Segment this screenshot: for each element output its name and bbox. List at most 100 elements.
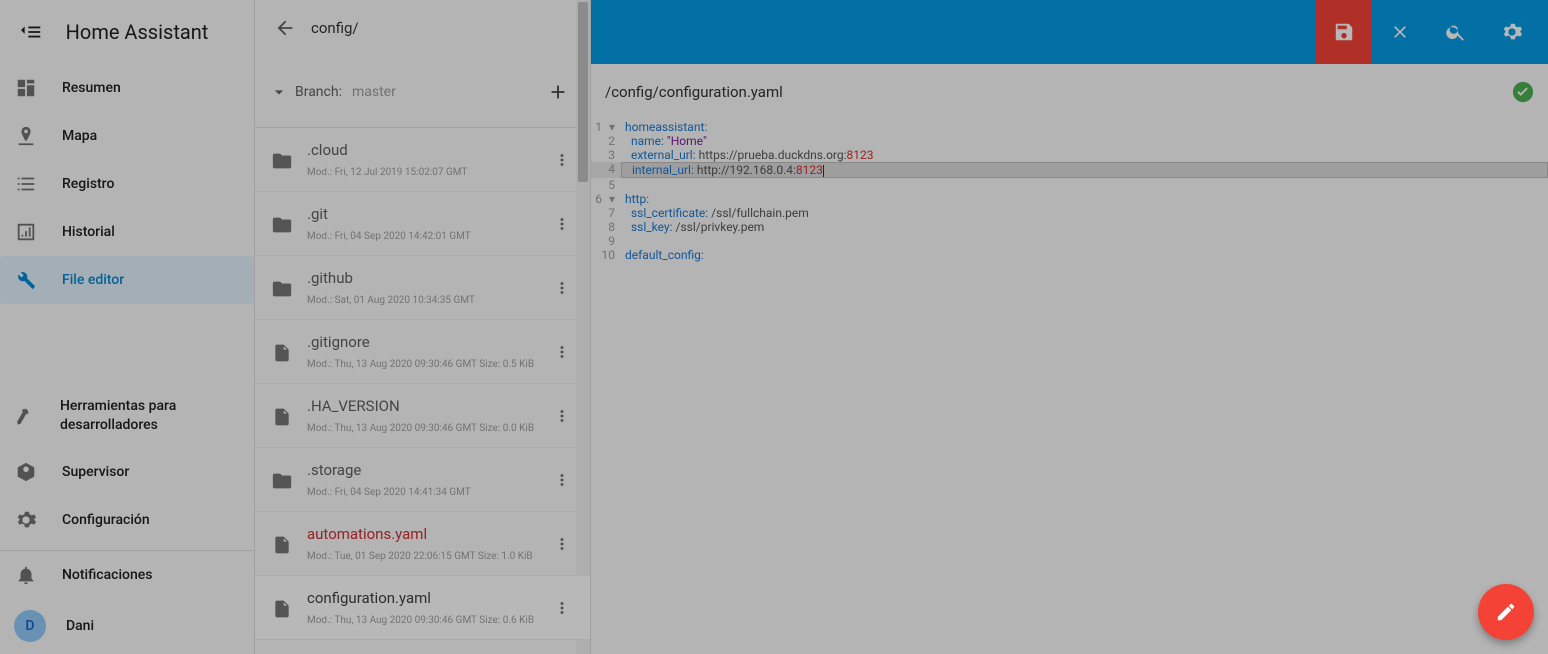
line-number: 9 <box>608 234 615 248</box>
file-path-row: config/ <box>255 0 590 56</box>
file-options-button[interactable] <box>544 270 580 306</box>
nav-label: Historial <box>62 224 115 240</box>
sidebar-item-map[interactable]: Mapa <box>0 112 254 160</box>
line-number: 7 <box>608 206 615 220</box>
file-item[interactable]: configuration.yamlMod.: Thu, 13 Aug 2020… <box>255 576 590 640</box>
line-number: 10 <box>602 248 616 262</box>
file-meta: Mod.: Sat, 01 Aug 2020 10:34:35 GMT <box>307 295 544 306</box>
current-path: config/ <box>311 19 359 37</box>
file-scrollbar[interactable] <box>576 0 590 654</box>
search-button[interactable] <box>1428 0 1484 64</box>
nav-label: Resumen <box>62 80 121 96</box>
folder-icon <box>267 212 297 236</box>
line-number: 3 <box>608 148 615 162</box>
sidebar-item-supervisor[interactable]: Supervisor <box>0 448 254 496</box>
file-list: .cloud Mod.: Fri, 12 Jul 2019 15:02:07 GM… <box>255 128 590 654</box>
nav-label: Herramientas para desarrolladores <box>60 397 240 436</box>
line-number: 6 <box>595 192 602 206</box>
file-name: .storage <box>307 461 544 479</box>
file-item[interactable]: .storage Mod.: Fri, 04 Sep 2020 14:41:34 … <box>255 448 590 512</box>
file-item[interactable]: .cloud Mod.: Fri, 12 Jul 2019 15:02:07 GM… <box>255 128 590 192</box>
sidebar-item-config[interactable]: Configuración <box>0 496 254 544</box>
file-name: automations.yaml <box>307 525 544 543</box>
file-icon <box>267 341 297 363</box>
map-icon <box>14 124 38 148</box>
hammer-icon <box>14 404 36 428</box>
nav-label: File editor <box>62 272 124 288</box>
sidebar-item-notifications[interactable]: Notificaciones <box>0 550 254 598</box>
file-name: .cloud <box>307 141 544 159</box>
file-name: .HA_VERSION <box>307 397 544 415</box>
file-item[interactable]: automations.yaml Mod.: Tue, 01 Sep 2020 2… <box>255 512 590 576</box>
file-options-button[interactable] <box>544 462 580 498</box>
list-icon <box>14 172 38 196</box>
fab-edit-button[interactable] <box>1478 584 1534 640</box>
chevron-down-icon <box>267 82 291 102</box>
code-editor[interactable]: 1 ▾homeassistant: 2 name: "Home" 3 exter… <box>591 120 1548 262</box>
file-meta: Mod.: Fri, 04 Sep 2020 14:42:01 GMT <box>307 231 544 242</box>
file-name: .git <box>307 205 544 223</box>
file-name: configuration.yaml <box>307 589 544 607</box>
nav-label: Supervisor <box>62 464 129 480</box>
nav-label: Notificaciones <box>62 567 152 583</box>
file-item[interactable]: .git Mod.: Fri, 04 Sep 2020 14:42:01 GMT <box>255 192 590 256</box>
line-number: 1 <box>595 120 602 134</box>
supervisor-icon <box>14 460 38 484</box>
branch-label: Branch: <box>295 84 342 100</box>
profile-name: Dani <box>66 618 94 634</box>
file-options-button[interactable] <box>544 334 580 370</box>
status-ok-icon <box>1512 81 1534 103</box>
file-meta: Mod.: Thu, 13 Aug 2020 09:30:46 GMT Size… <box>307 359 544 370</box>
file-item[interactable]: .gitignore Mod.: Thu, 13 Aug 2020 09:30:4… <box>255 320 590 384</box>
sidebar-item-devtools[interactable]: Herramientas para desarrolladores <box>0 385 254 448</box>
sidebar: Home Assistant Resumen Mapa Registro His… <box>0 0 255 654</box>
editor-toolbar <box>591 0 1548 64</box>
file-meta: Mod.: Fri, 12 Jul 2019 15:02:07 GMT <box>307 167 544 178</box>
file-options-button[interactable] <box>544 398 580 434</box>
close-button[interactable] <box>1372 0 1428 64</box>
file-icon <box>267 533 297 555</box>
menu-toggle-icon[interactable] <box>12 12 52 52</box>
file-name: .gitignore <box>307 333 544 351</box>
line-number: 5 <box>608 178 615 192</box>
file-name: .github <box>307 269 544 287</box>
file-item[interactable]: .github Mod.: Sat, 01 Aug 2020 10:34:35 G… <box>255 256 590 320</box>
folder-icon <box>267 148 297 172</box>
wrench-icon <box>14 268 38 292</box>
file-browser-panel: config/ Branch: master .cloud Mod.: Fri, … <box>255 0 591 654</box>
save-button[interactable] <box>1316 0 1372 64</box>
file-options-button[interactable] <box>544 206 580 242</box>
cursor <box>823 165 824 177</box>
sidebar-header: Home Assistant <box>0 0 254 64</box>
branch-name: master <box>352 84 396 100</box>
settings-button[interactable] <box>1484 0 1540 64</box>
sidebar-item-file-editor[interactable]: File editor <box>0 256 254 304</box>
file-options-button[interactable] <box>544 590 580 626</box>
file-meta: Mod.: Tue, 01 Sep 2020 22:06:15 GMT Size… <box>307 551 544 562</box>
bell-icon <box>14 563 38 587</box>
file-scrollbar-thumb[interactable] <box>578 2 588 182</box>
branch-row[interactable]: Branch: master <box>255 56 590 128</box>
file-item[interactable]: .HA_VERSIONMod.: Thu, 13 Aug 2020 09:30:… <box>255 384 590 448</box>
sidebar-item-history[interactable]: Historial <box>0 208 254 256</box>
nav-label: Registro <box>62 176 114 192</box>
nav-label: Mapa <box>62 128 97 144</box>
back-button[interactable] <box>263 6 307 50</box>
sidebar-item-overview[interactable]: Resumen <box>0 64 254 112</box>
file-icon <box>267 405 297 427</box>
nav-label: Configuración <box>62 512 150 528</box>
sidebar-item-logbook[interactable]: Registro <box>0 160 254 208</box>
avatar: D <box>14 610 46 642</box>
editor-file-path: /config/configuration.yaml <box>605 83 783 101</box>
file-options-button[interactable] <box>544 526 580 562</box>
file-meta: Mod.: Fri, 04 Sep 2020 14:41:34 GMT <box>307 487 544 498</box>
add-button[interactable] <box>538 72 578 112</box>
chart-icon <box>14 220 38 244</box>
line-number: 8 <box>608 220 615 234</box>
file-options-button[interactable] <box>544 142 580 178</box>
gear-icon <box>14 508 38 532</box>
editor-file-path-bar: /config/configuration.yaml <box>591 64 1548 120</box>
sidebar-profile[interactable]: D Dani <box>0 598 254 654</box>
line-number: 4 <box>608 162 615 176</box>
line-number: 2 <box>608 134 615 148</box>
